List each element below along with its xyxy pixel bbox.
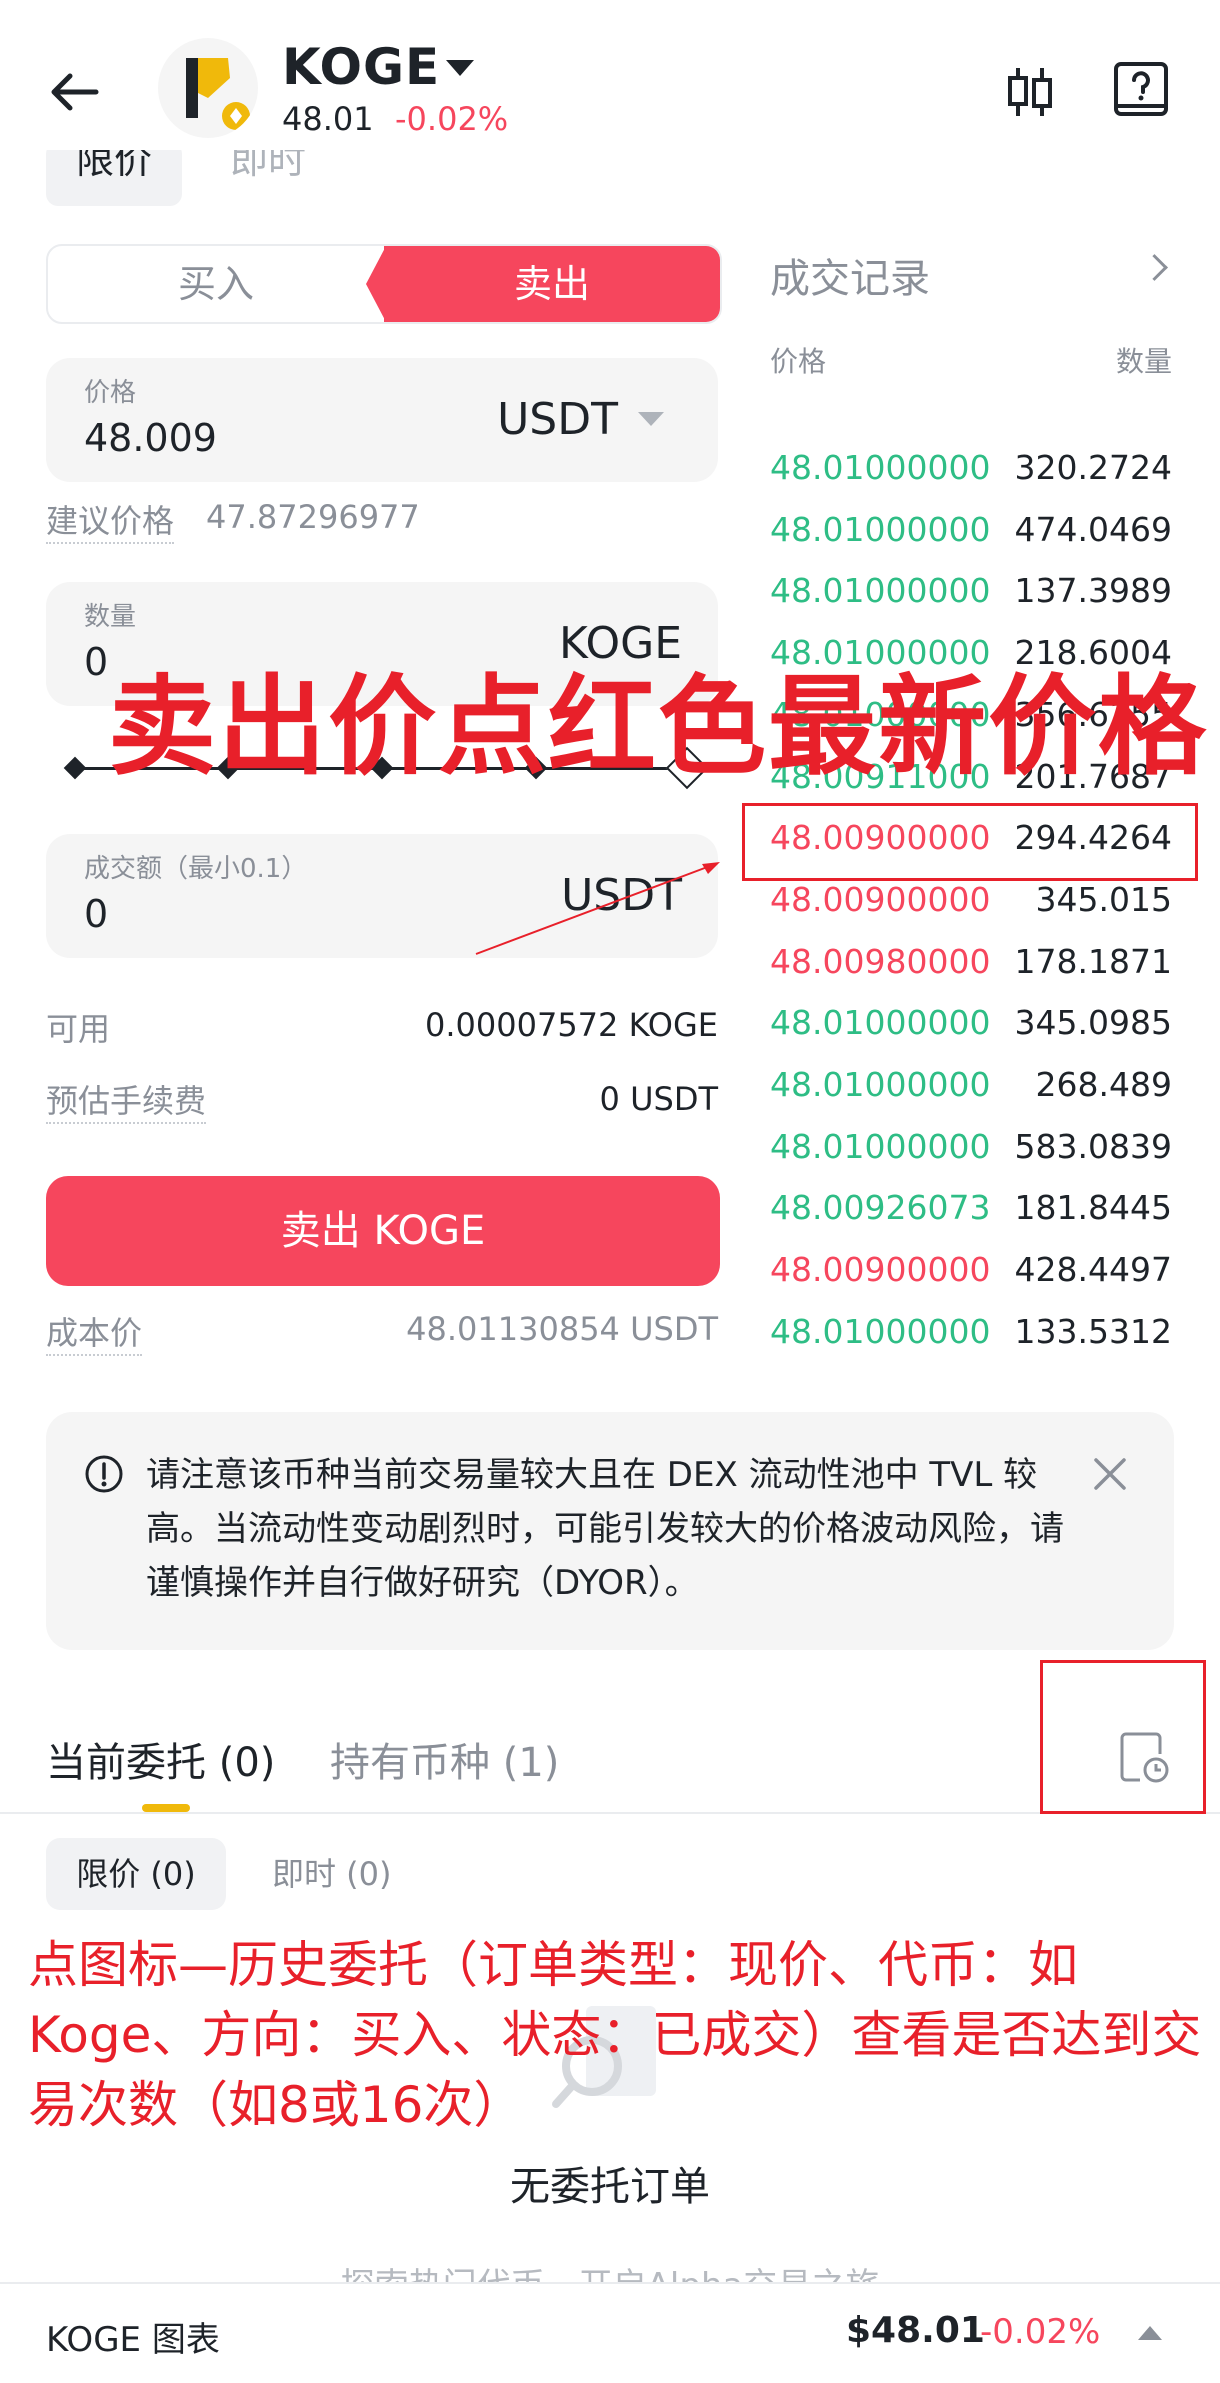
trade-qty: 428.4497	[1014, 1250, 1172, 1289]
annotation-arrow	[475, 862, 720, 955]
buy-sell-toggle: 买入 卖出	[46, 244, 722, 324]
token-dropdown-icon[interactable]	[446, 60, 474, 76]
empty-orders-text: 无委托订单	[510, 2164, 710, 2210]
trade-qty: 583.0839	[1014, 1127, 1172, 1166]
available-label: 可用	[46, 1010, 111, 1048]
token-logo	[158, 38, 258, 138]
trade-price: 48.01000000	[770, 448, 991, 487]
active-tab-indicator	[142, 1804, 190, 1812]
trade-price: 48.00900000	[770, 1250, 991, 1289]
trade-price: 48.00900000	[770, 880, 991, 919]
warning-info-icon	[85, 1455, 123, 1493]
available-value: 0.00007572 KOGE	[424, 1006, 718, 1044]
trade-price: 48.01000000	[770, 1003, 991, 1042]
expand-caret-icon[interactable]	[1138, 2326, 1162, 2340]
order-type-limit-tab[interactable]: 限价	[46, 142, 182, 206]
close-icon[interactable]	[1090, 1454, 1130, 1494]
trade-qty: 133.5312	[1014, 1312, 1172, 1351]
trade-qty: 320.2724	[1014, 448, 1172, 487]
amount-input[interactable]: 0	[84, 892, 108, 936]
unit-dropdown-icon[interactable]	[638, 412, 664, 426]
chart-bar-label: KOGE 图表	[46, 2320, 220, 2360]
price-input[interactable]: 48.009	[84, 416, 217, 460]
annotation-highlight-box	[742, 803, 1198, 881]
header-price: 48.01	[282, 100, 374, 138]
trade-price: 48.01000000	[770, 1127, 991, 1166]
trade-price: 48.01000000	[770, 1312, 991, 1351]
suggested-price-label: 建议价格	[46, 496, 175, 544]
cost-label: 成本价	[46, 1308, 143, 1356]
price-field[interactable]: 价格 48.009 USDT	[46, 358, 718, 482]
trades-col-price: 价格	[770, 345, 827, 378]
cost-value: 48.01130854 USDT	[406, 1310, 718, 1348]
trade-record-title[interactable]: 成交记录	[770, 246, 930, 304]
chart-bottom-bar[interactable]: KOGE 图表 $48.01 -0.02%	[0, 2282, 1220, 2383]
price-label: 价格	[84, 378, 137, 408]
trade-price: 48.01000000	[770, 571, 991, 610]
annotation-sell-price: 卖出价点红色最新价格	[108, 665, 1209, 790]
subtab-instant[interactable]: 即时 (0)	[272, 1838, 392, 1910]
tab-holdings[interactable]: 持有币种 (1)	[330, 1730, 559, 1788]
chart-bar-price: $48.01	[846, 2310, 985, 2351]
amount-label: 成交额（最小0.1）	[84, 854, 308, 884]
trade-qty: 268.489	[1035, 1065, 1172, 1104]
chevron-right-icon[interactable]	[1141, 254, 1168, 281]
quantity-label: 数量	[84, 602, 137, 632]
fee-label: 预估手续费	[46, 1076, 207, 1124]
trade-price: 48.00926073	[770, 1188, 991, 1227]
trade-price: 48.01000000	[770, 510, 991, 549]
trade-qty: 345.0985	[1014, 1003, 1172, 1042]
header-mask	[0, 140, 1220, 150]
candlestick-chart-icon[interactable]	[1000, 62, 1060, 122]
sell-tab-slant	[366, 246, 386, 322]
trade-price: 48.00980000	[770, 942, 991, 981]
trade-qty: 474.0469	[1014, 510, 1172, 549]
chart-bar-change: -0.02%	[980, 2312, 1101, 2352]
token-title[interactable]: KOGE	[282, 38, 440, 96]
back-arrow-icon[interactable]	[44, 62, 104, 122]
tab-current-orders[interactable]: 当前委托 (0)	[46, 1730, 275, 1788]
trade-qty: 137.3989	[1014, 571, 1172, 610]
trades-col-qty: 数量	[1115, 345, 1172, 378]
tabs-divider	[0, 1812, 1220, 1814]
header-change: -0.02%	[395, 100, 509, 138]
trade-price: 48.01000000	[770, 1065, 991, 1104]
annotation-icon-box	[1040, 1660, 1206, 1814]
trade-qty: 178.1871	[1014, 942, 1172, 981]
sell-tab[interactable]: 卖出	[384, 246, 720, 322]
annotation-history-hint: 点图标—历史委托（订单类型：现价、代币：如Koge、方向：买入、状态：已成交）查…	[28, 1936, 1202, 2134]
help-guide-icon[interactable]	[1110, 60, 1172, 122]
price-unit[interactable]: USDT	[497, 394, 618, 445]
subtab-limit[interactable]: 限价 (0)	[46, 1838, 226, 1910]
slider-mark-0[interactable]	[63, 756, 87, 780]
suggested-price-value: 47.87296977	[206, 498, 420, 536]
risk-notice: 请注意该币种当前交易量较大且在 DEX 流动性池中 TVL 较高。当流动性变动剧…	[46, 1412, 1174, 1650]
buy-tab[interactable]: 买入	[48, 246, 384, 322]
sell-koge-button[interactable]: 卖出 KOGE	[46, 1176, 720, 1286]
quantity-input[interactable]: 0	[84, 640, 108, 684]
trade-qty: 181.8445	[1014, 1188, 1172, 1227]
fee-value: 0 USDT	[599, 1080, 718, 1118]
trade-qty: 345.015	[1035, 880, 1172, 919]
notice-text: 请注意该币种当前交易量较大且在 DEX 流动性池中 TVL 较高。当流动性变动剧…	[146, 1455, 1064, 1603]
